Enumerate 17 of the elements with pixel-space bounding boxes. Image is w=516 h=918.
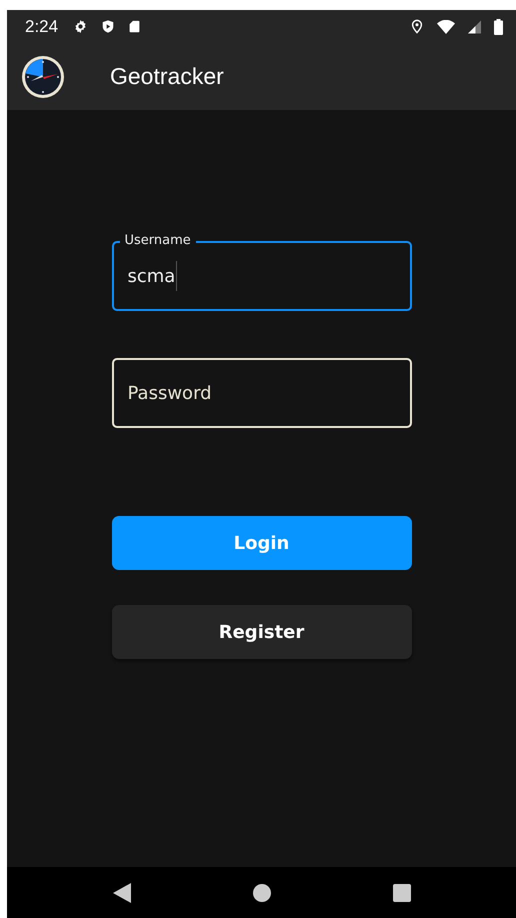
- sd-card-icon: [128, 19, 142, 34]
- clock-icon: [20, 54, 66, 100]
- status-time: 2:24: [25, 16, 58, 36]
- recents-icon[interactable]: [392, 884, 410, 902]
- shield-icon: [101, 19, 116, 34]
- wifi-icon: [437, 20, 455, 34]
- home-icon[interactable]: [252, 884, 270, 902]
- signal-icon: [468, 20, 481, 34]
- input-field[interactable]: Password: [112, 350, 412, 428]
- input-field[interactable]: Username scma: [112, 233, 412, 311]
- app-title: Geotracker: [110, 63, 224, 90]
- register-button[interactable]: Register: [112, 605, 412, 659]
- gear-icon: [73, 19, 88, 34]
- location-icon: [410, 19, 424, 34]
- battery-icon: [494, 18, 503, 34]
- back-icon[interactable]: [112, 882, 130, 902]
- text-cursor: [176, 261, 178, 291]
